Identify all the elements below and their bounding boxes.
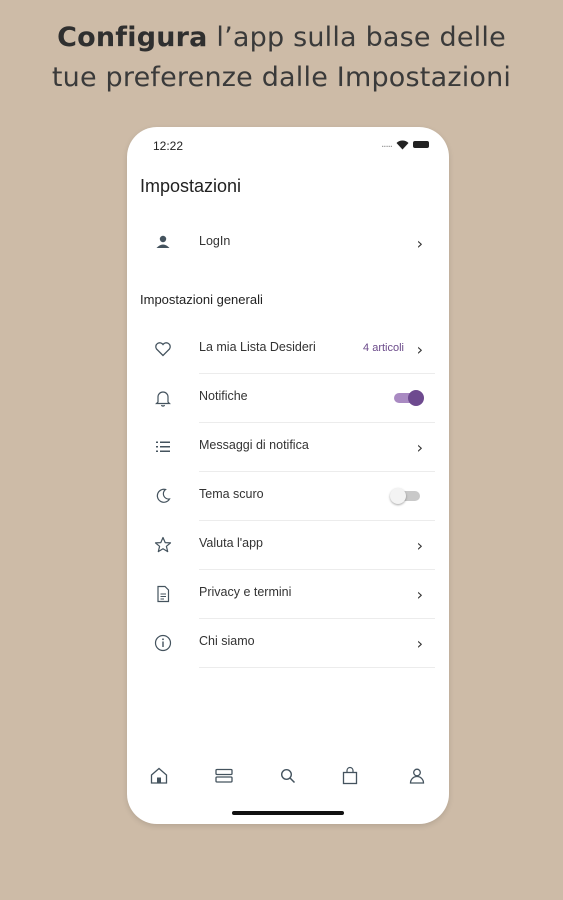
info-icon <box>153 633 173 653</box>
moon-icon <box>153 486 173 506</box>
wishlist-row[interactable]: La mia Lista Desideri 4 articoli › <box>140 325 436 373</box>
notifications-row: Notifiche <box>140 374 436 422</box>
heart-icon <box>153 339 173 359</box>
signal-dots-icon: ..... <box>381 139 393 150</box>
headline-line2: tue preferenze dalle Impostazioni <box>51 62 512 93</box>
tab-bar <box>127 747 449 807</box>
star-icon <box>153 535 173 555</box>
rate-app-row[interactable]: Valuta l'app › <box>140 521 436 569</box>
page-title: Impostazioni <box>140 176 242 196</box>
notification-messages-label: Messaggi di notifica <box>199 438 309 452</box>
privacy-label: Privacy e termini <box>199 585 292 599</box>
phone-screen: 12:22 ..... Impostazioni LogIn › Imposta… <box>127 127 449 824</box>
login-label: LogIn <box>199 234 231 248</box>
chevron-right-icon: › <box>416 634 423 653</box>
bag-icon[interactable] <box>339 765 361 787</box>
user-icon <box>153 233 173 253</box>
wishlist-label: La mia Lista Desideri <box>199 340 316 354</box>
chevron-right-icon: › <box>416 340 423 359</box>
notifications-toggle[interactable] <box>390 389 424 407</box>
status-bar: 12:22 ..... <box>127 127 449 163</box>
home-indicator[interactable] <box>232 811 344 815</box>
home-icon[interactable] <box>148 765 170 787</box>
battery-icon <box>413 141 429 148</box>
chevron-right-icon: › <box>416 536 423 555</box>
headline-line1: l’app sulla base delle <box>207 22 506 53</box>
status-time: 12:22 <box>153 139 184 153</box>
search-icon[interactable] <box>277 765 299 787</box>
bell-icon <box>153 388 173 408</box>
headline: Configura l’app sulla base delle tue pre… <box>0 18 563 98</box>
chevron-right-icon: › <box>416 585 423 604</box>
categories-icon[interactable] <box>213 765 235 787</box>
chevron-right-icon: › <box>416 234 423 253</box>
login-row[interactable]: LogIn › <box>140 219 436 267</box>
divider <box>199 667 435 668</box>
notification-messages-row[interactable]: Messaggi di notifica › <box>140 423 436 471</box>
dark-theme-row: Tema scuro <box>140 472 436 520</box>
list-icon <box>153 437 173 457</box>
profile-icon[interactable] <box>406 765 428 787</box>
notifications-label: Notifiche <box>199 389 248 403</box>
section-title: Impostazioni generali <box>140 292 263 307</box>
headline-bold: Configura <box>57 22 208 53</box>
wifi-icon <box>396 140 409 150</box>
about-row[interactable]: Chi siamo › <box>140 619 436 667</box>
wishlist-count-badge: 4 articoli <box>363 342 404 354</box>
dark-theme-label: Tema scuro <box>199 487 264 501</box>
document-icon <box>153 584 173 604</box>
privacy-row[interactable]: Privacy e termini › <box>140 570 436 618</box>
chevron-right-icon: › <box>416 438 423 457</box>
rate-app-label: Valuta l'app <box>199 536 264 550</box>
about-label: Chi siamo <box>199 634 255 648</box>
dark-theme-toggle[interactable] <box>390 487 424 505</box>
